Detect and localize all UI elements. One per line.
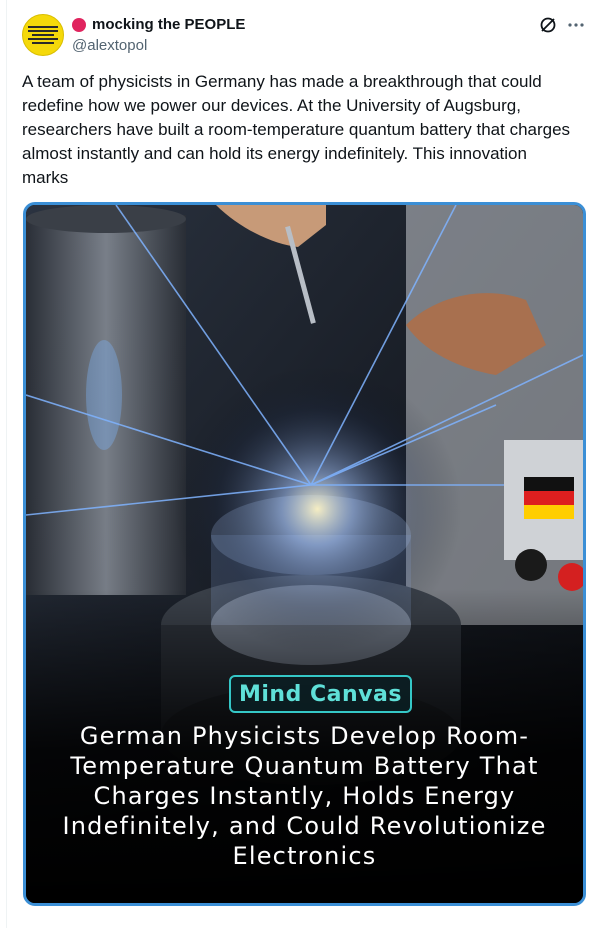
media-headline: German Physicists Develop Room-Temperatu… <box>62 722 547 870</box>
more-icon[interactable] <box>567 16 585 34</box>
brand-badge: Mind Canvas <box>229 675 412 713</box>
stop-sign-icon <box>72 17 86 32</box>
name-row: mocking the PEOPLE <box>72 16 245 33</box>
timeline-border <box>6 0 7 928</box>
tweet-text: A team of physicists in Germany has made… <box>22 72 571 187</box>
user-handle[interactable]: @alextopol <box>72 37 147 54</box>
tweet-actions <box>539 16 585 34</box>
display-name[interactable]: mocking the PEOPLE <box>92 16 245 33</box>
avatar-text-line <box>28 38 58 40</box>
avatar-text-line <box>32 34 54 36</box>
avatar-text-line <box>28 26 58 28</box>
avatar-text-line <box>28 30 58 32</box>
avatar[interactable] <box>22 14 64 56</box>
grok-icon[interactable] <box>539 16 557 34</box>
tweet-media[interactable]: Mind Canvas German Physicists Develop Ro… <box>23 202 586 906</box>
avatar-text-line <box>32 42 54 44</box>
tweet-header: mocking the PEOPLE @alextopol <box>22 12 585 56</box>
